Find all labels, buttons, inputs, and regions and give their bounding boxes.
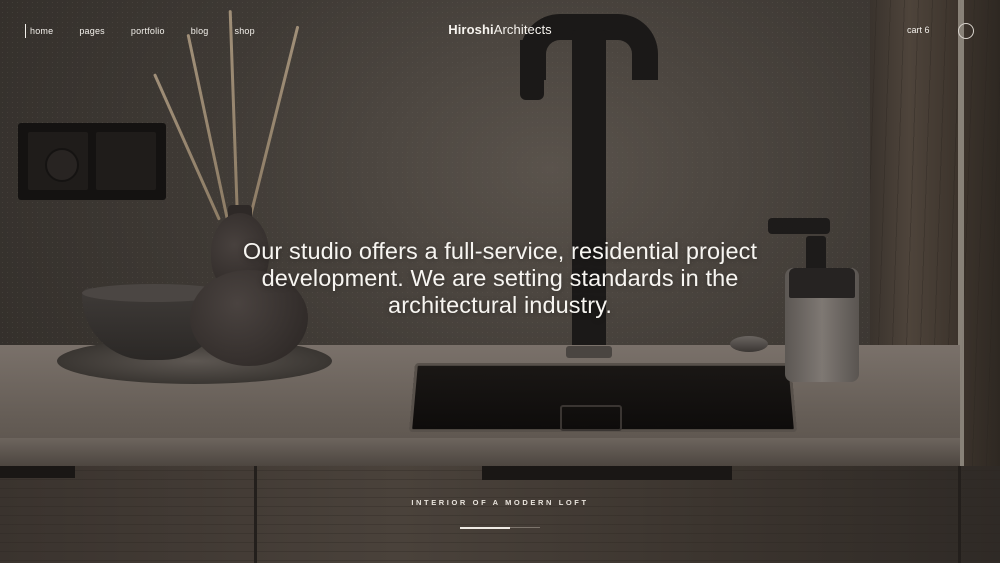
brand-name-light: Architects (493, 22, 552, 37)
brand-logo[interactable]: HiroshiArchitects (0, 22, 1000, 37)
socket-outlet (45, 148, 79, 182)
soap-pump-head (768, 218, 830, 234)
hero-section: home pages portfolio blog shop HiroshiAr… (0, 0, 1000, 563)
slider-progress-fill (460, 527, 510, 529)
cabinet-grain (0, 466, 1000, 563)
sink-drain (560, 405, 622, 431)
countertop-edge (0, 438, 960, 466)
brand-name-bold: Hiroshi (448, 22, 494, 37)
cart-link[interactable]: cart 6 (907, 25, 930, 35)
faucet-spout (520, 40, 544, 100)
menu-circle-icon[interactable] (958, 23, 974, 39)
cabinet-handle (482, 466, 732, 480)
cabinet-seam (254, 466, 257, 563)
soap-pump-neck (806, 236, 826, 272)
light-switch (96, 132, 156, 190)
hero-caption: INTERIOR OF A MODERN LOFT (411, 498, 589, 507)
cabinet-seam (958, 466, 961, 563)
hero-headline: Our studio offers a full-service, reside… (242, 238, 758, 318)
faucet-base (566, 346, 612, 358)
drain-knob (730, 336, 768, 352)
cabinet-handle (0, 466, 75, 478)
